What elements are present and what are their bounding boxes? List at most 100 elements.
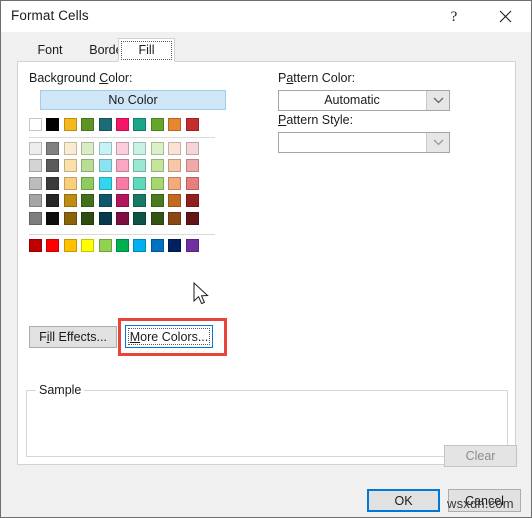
color-swatch-tint-3-2[interactable]: [63, 194, 77, 208]
pattern-style-dropdown[interactable]: [278, 132, 450, 153]
color-swatch-tint-0-7[interactable]: [150, 142, 164, 155]
color-swatch-theme-3[interactable]: [81, 118, 95, 131]
color-swatch-tint-0-2[interactable]: [63, 142, 77, 155]
color-swatch-tint-4-2[interactable]: [63, 211, 77, 225]
color-swatch-tint-4-9[interactable]: [185, 211, 199, 225]
help-glyph: ?: [450, 9, 458, 25]
color-swatch-tint-1-7[interactable]: [150, 159, 164, 173]
pattern-style-label-suffix: attern Style:: [286, 113, 354, 127]
color-swatch-tint-0-3[interactable]: [81, 142, 95, 155]
color-swatch-tint-3-7[interactable]: [150, 194, 164, 208]
clear-button[interactable]: Clear: [444, 445, 517, 467]
color-swatch-tint-4-4[interactable]: [98, 211, 112, 225]
color-swatch-tint-3-4[interactable]: [98, 194, 112, 208]
color-swatch-standard-6[interactable]: [133, 239, 147, 252]
color-swatch-tint-3-0[interactable]: [29, 194, 42, 208]
cancel-button[interactable]: Cancel: [448, 489, 521, 512]
color-swatch-theme-0[interactable]: [29, 118, 42, 131]
fill-effects-label-suffix: ll Effects...: [49, 330, 107, 344]
chevron-down-icon[interactable]: [426, 133, 449, 152]
color-swatch-tint-4-8[interactable]: [168, 211, 182, 225]
color-swatch-tint-0-8[interactable]: [168, 142, 182, 155]
color-swatch-tint-0-5[interactable]: [115, 142, 129, 155]
color-swatch-tint-3-1[interactable]: [46, 194, 60, 208]
color-swatch-theme-6[interactable]: [133, 118, 147, 131]
color-swatch-tint-1-2[interactable]: [63, 159, 77, 173]
color-swatch-tint-3-5[interactable]: [115, 194, 129, 208]
color-swatch-tint-1-9[interactable]: [185, 159, 199, 173]
color-swatch-standard-7[interactable]: [150, 239, 164, 252]
color-swatch-standard-1[interactable]: [46, 239, 60, 252]
pattern-style-value: [279, 133, 425, 152]
color-swatch-tint-0-9[interactable]: [185, 142, 199, 155]
color-swatch-tint-4-3[interactable]: [81, 211, 95, 225]
color-swatch-tint-1-4[interactable]: [98, 159, 112, 173]
color-swatch-theme-9[interactable]: [185, 118, 199, 131]
close-icon[interactable]: [483, 1, 527, 31]
color-swatch-tint-3-8[interactable]: [168, 194, 182, 208]
color-swatch-tint-2-5[interactable]: [115, 176, 129, 190]
pattern-color-dropdown[interactable]: Automatic: [278, 90, 450, 111]
more-colors-button[interactable]: More Colors...: [125, 325, 213, 348]
color-swatch-theme-1[interactable]: [46, 118, 60, 131]
background-color-label: Background Color:: [29, 71, 133, 85]
color-swatch-tint-2-7[interactable]: [150, 176, 164, 190]
tab-font[interactable]: Font: [22, 38, 78, 62]
standard-colors-grid: [29, 239, 199, 252]
color-swatch-theme-8[interactable]: [168, 118, 182, 131]
color-swatch-tint-2-9[interactable]: [185, 176, 199, 190]
tab-fill[interactable]: Fill: [118, 38, 175, 62]
pattern-color-value: Automatic: [324, 93, 380, 107]
color-swatch-tint-4-0[interactable]: [29, 211, 42, 225]
color-swatch-theme-2[interactable]: [63, 118, 77, 131]
color-swatch-standard-9[interactable]: [185, 239, 199, 252]
background-color-label-prefix: Background: [29, 71, 100, 85]
color-swatch-tint-0-1[interactable]: [46, 142, 60, 155]
color-swatch-tint-2-6[interactable]: [133, 176, 147, 190]
color-swatch-tint-4-5[interactable]: [115, 211, 129, 225]
color-swatch-tint-1-8[interactable]: [168, 159, 182, 173]
standard-colors-row: [29, 239, 199, 252]
color-swatch-tint-4-7[interactable]: [150, 211, 164, 225]
color-swatch-tint-4-1[interactable]: [46, 211, 60, 225]
format-cells-dialog: Format Cells ? Font Border Fill Backgrou…: [0, 0, 532, 518]
color-swatch-tint-2-8[interactable]: [168, 176, 182, 190]
fill-tab-panel: Background Color: No Color Fill Effects.…: [17, 61, 516, 465]
color-swatch-tint-2-3[interactable]: [81, 176, 95, 190]
color-swatch-standard-2[interactable]: [63, 239, 77, 252]
color-swatch-tint-3-3[interactable]: [81, 194, 95, 208]
color-swatch-standard-0[interactable]: [29, 239, 42, 252]
color-swatch-tint-1-1[interactable]: [46, 159, 60, 173]
color-swatch-tint-4-6[interactable]: [133, 211, 147, 225]
color-swatch-standard-4[interactable]: [98, 239, 112, 252]
color-swatch-theme-4[interactable]: [98, 118, 112, 131]
theme-colors-row: [29, 118, 199, 131]
fill-effects-button[interactable]: Fill Effects...: [29, 326, 117, 348]
ok-button[interactable]: OK: [367, 489, 440, 512]
color-swatch-tint-3-6[interactable]: [133, 194, 147, 208]
color-swatch-tint-1-5[interactable]: [115, 159, 129, 173]
color-swatch-tint-3-9[interactable]: [185, 194, 199, 208]
no-color-button[interactable]: No Color: [40, 90, 226, 110]
color-swatch-tint-0-0[interactable]: [29, 142, 42, 155]
color-swatch-tint-2-4[interactable]: [98, 176, 112, 190]
color-swatch-tint-2-2[interactable]: [63, 176, 77, 190]
color-swatch-standard-3[interactable]: [81, 239, 95, 252]
color-swatch-standard-8[interactable]: [168, 239, 182, 252]
color-swatch-tint-2-1[interactable]: [46, 176, 60, 190]
color-swatch-theme-5[interactable]: [115, 118, 129, 131]
chevron-down-icon[interactable]: [426, 91, 449, 110]
color-swatch-tint-1-0[interactable]: [29, 159, 42, 173]
pattern-style-label: Pattern Style:: [278, 113, 353, 127]
color-swatch-tint-1-3[interactable]: [81, 159, 95, 173]
tint-colors-row-0: [29, 142, 199, 155]
color-swatch-tint-1-6[interactable]: [133, 159, 147, 173]
color-swatch-standard-5[interactable]: [115, 239, 129, 252]
tint-colors-row-4: [29, 211, 199, 225]
tint-colors-row-3: [29, 194, 199, 208]
color-swatch-theme-7[interactable]: [150, 118, 164, 131]
color-swatch-tint-0-4[interactable]: [98, 142, 112, 155]
color-swatch-tint-2-0[interactable]: [29, 176, 42, 190]
help-icon[interactable]: ?: [432, 1, 476, 31]
color-swatch-tint-0-6[interactable]: [133, 142, 147, 155]
